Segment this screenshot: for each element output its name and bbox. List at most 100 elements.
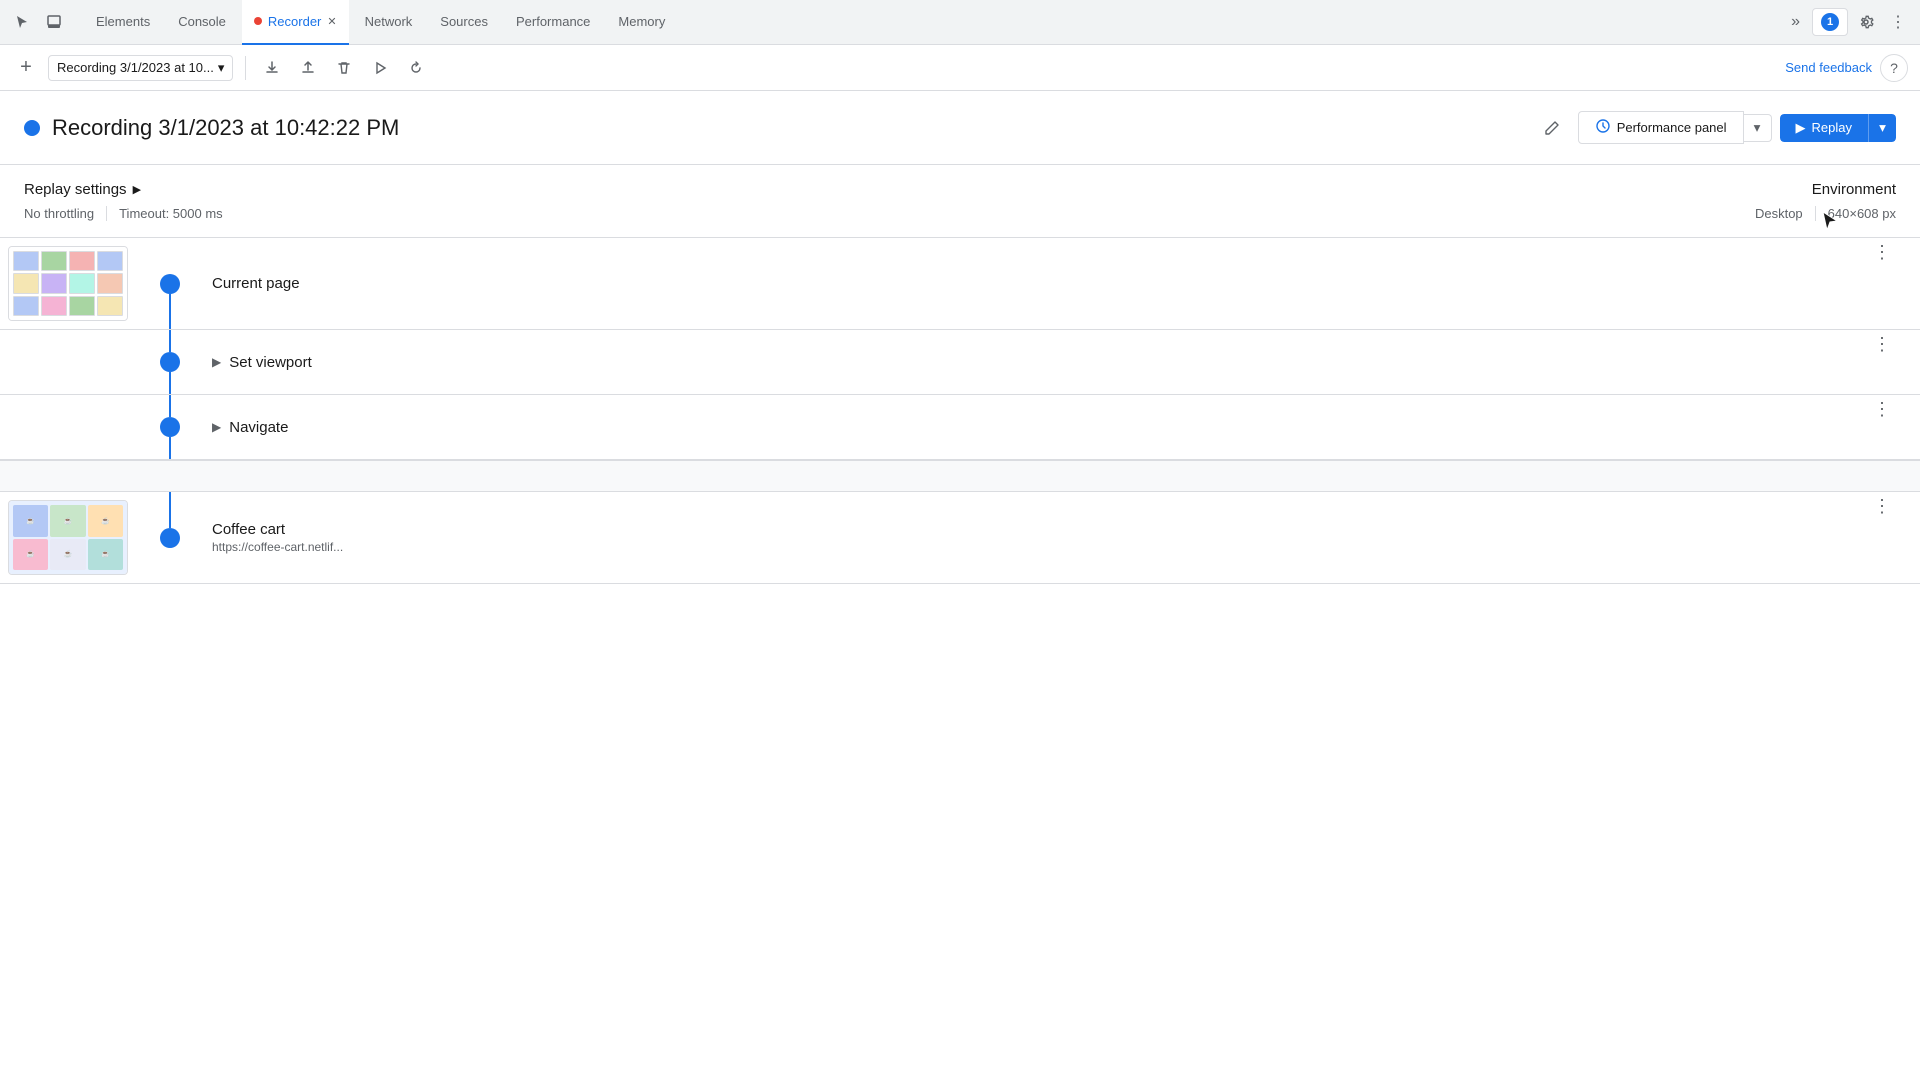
tab-console-label: Console <box>178 14 226 29</box>
export-btn[interactable] <box>258 54 286 82</box>
step-coffee-cart-row[interactable]: ☕ ☕ ☕ ☕ ☕ ☕ Co <box>0 492 1920 583</box>
env-device: Desktop <box>1755 206 1816 221</box>
timeout-value: Timeout: 5000 ms <box>107 206 235 221</box>
tab-performance[interactable]: Performance <box>504 0 602 45</box>
step-navigate-dot <box>160 417 180 437</box>
more-options-icon-btn[interactable]: ⋮ <box>1884 8 1912 36</box>
step-navigate-more-icon: ⋮ <box>1873 399 1891 420</box>
replay-btn-label: Replay <box>1812 120 1852 135</box>
settings-right: Environment Desktop 640×608 px <box>1755 181 1896 221</box>
delete-btn[interactable] <box>330 54 358 82</box>
step-current-page-label: Current page <box>212 275 300 292</box>
environment-details: Desktop 640×608 px <box>1755 206 1896 221</box>
section-divider <box>0 460 1920 492</box>
tab-console[interactable]: Console <box>166 0 238 45</box>
throttling-value: No throttling <box>24 206 107 221</box>
recording-title: Recording 3/1/2023 at 10:42:22 PM <box>52 115 1526 141</box>
perf-panel-label: Performance panel <box>1617 120 1727 135</box>
tab-sources-label: Sources <box>440 14 488 29</box>
step-coffee-cart-url: https://coffee-cart.netlif... <box>212 540 343 554</box>
recording-active-dot <box>254 17 262 25</box>
step-navigate-label: Navigate <box>229 419 288 436</box>
replay-settings-title[interactable]: Replay settings ▶ <box>24 181 235 198</box>
step-current-page-thumbnail <box>8 246 128 321</box>
perf-panel-btn[interactable]: Performance panel <box>1578 111 1744 144</box>
recording-selector-name: Recording 3/1/2023 at 10... <box>57 60 214 75</box>
replay-dropdown-btn[interactable]: ▾ <box>1868 114 1896 142</box>
tab-bar: Elements Console Recorder ✕ Network Sour… <box>0 0 1920 45</box>
settings-details: No throttling Timeout: 5000 ms <box>24 206 235 221</box>
send-feedback-link[interactable]: Send feedback <box>1785 60 1872 75</box>
toolbar-right: Send feedback ? <box>1785 54 1908 82</box>
step-current-page-content: Current page <box>200 238 1868 329</box>
step-group-navigate: ▶ Navigate ⋮ <box>0 395 1920 460</box>
add-icon: + <box>20 56 32 79</box>
step-coffee-cart-thumbnail-col: ☕ ☕ ☕ ☕ ☕ ☕ <box>0 492 140 583</box>
toolbar-divider-1 <box>245 56 246 80</box>
tab-elements[interactable]: Elements <box>84 0 162 45</box>
settings-badge: 1 <box>1821 13 1839 31</box>
replay-btn[interactable]: ▶ Replay <box>1780 114 1868 142</box>
step-set-viewport-more-btn[interactable]: ⋮ <box>1868 330 1896 358</box>
step-coffee-cart-content: Coffee cart https://coffee-cart.netlif..… <box>200 492 1868 583</box>
perf-panel-dropdown-btn[interactable]: ▾ <box>1744 114 1772 142</box>
step-coffee-cart-more-btn[interactable]: ⋮ <box>1868 492 1896 520</box>
current-page-thumb-img <box>9 247 127 320</box>
step-set-viewport-more-icon: ⋮ <box>1873 334 1891 355</box>
recording-status-dot <box>24 120 40 136</box>
replay-settings-section: Replay settings ▶ No throttling Timeout:… <box>0 165 1920 238</box>
step-navigate-row[interactable]: ▶ Navigate ⋮ <box>0 395 1920 459</box>
tab-network[interactable]: Network <box>353 0 425 45</box>
replay-all-btn[interactable] <box>402 54 430 82</box>
recording-header: Recording 3/1/2023 at 10:42:22 PM Perfor… <box>0 91 1920 165</box>
step-coffee-cart-dot <box>160 528 180 548</box>
main-content: Recording 3/1/2023 at 10:42:22 PM Perfor… <box>0 91 1920 1080</box>
cursor-tool-btn[interactable] <box>8 8 36 36</box>
play-btn[interactable] <box>366 54 394 82</box>
step-set-viewport-row[interactable]: ▶ Set viewport ⋮ <box>0 330 1920 394</box>
header-actions: Performance panel ▾ ▶ Replay ▾ <box>1578 111 1896 144</box>
step-current-page-thumbnail-col <box>0 238 140 329</box>
replay-settings-expand-icon: ▶ <box>133 183 141 196</box>
dock-btn[interactable] <box>40 8 68 36</box>
step-navigate-more-btn[interactable]: ⋮ <box>1868 395 1896 423</box>
step-set-viewport-empty-thumb <box>0 330 140 394</box>
step-navigate-empty-thumb <box>0 395 140 459</box>
perf-panel-dropdown-icon: ▾ <box>1754 120 1761 136</box>
step-navigate-expand-icon[interactable]: ▶ <box>212 420 221 434</box>
coffee-cart-thumb-img: ☕ ☕ ☕ ☕ ☕ ☕ <box>9 501 127 574</box>
tab-recorder-label: Recorder <box>268 14 321 29</box>
recording-selector[interactable]: Recording 3/1/2023 at 10... ▾ <box>48 55 233 81</box>
gear-icon-btn[interactable] <box>1852 8 1880 36</box>
step-group-set-viewport: ▶ Set viewport ⋮ <box>0 330 1920 395</box>
perf-panel-icon <box>1595 118 1611 137</box>
help-btn[interactable]: ? <box>1880 54 1908 82</box>
settings-badge-btn[interactable]: 1 <box>1812 8 1848 36</box>
step-current-page-row[interactable]: Current page ⋮ <box>0 238 1920 329</box>
step-set-viewport-dot <box>160 352 180 372</box>
env-resolution: 640×608 px <box>1816 206 1896 221</box>
more-tabs-btn[interactable]: » <box>1783 9 1808 35</box>
step-set-viewport-timeline <box>140 330 200 394</box>
step-coffee-cart-timeline <box>140 492 200 583</box>
environment-title: Environment <box>1755 181 1896 198</box>
edit-title-btn[interactable] <box>1538 114 1566 142</box>
step-coffee-cart-thumbnail: ☕ ☕ ☕ ☕ ☕ ☕ <box>8 500 128 575</box>
recording-selector-dropdown-icon: ▾ <box>218 60 225 76</box>
step-current-page-dot <box>160 274 180 294</box>
import-btn[interactable] <box>294 54 322 82</box>
tab-bar-icons <box>8 8 68 36</box>
replay-btn-group: ▶ Replay ▾ <box>1780 114 1896 142</box>
tab-performance-label: Performance <box>516 14 590 29</box>
step-current-page-more-btn[interactable]: ⋮ <box>1868 238 1896 266</box>
tab-memory[interactable]: Memory <box>606 0 677 45</box>
toolbar: + Recording 3/1/2023 at 10... ▾ Send fee… <box>0 45 1920 91</box>
tab-recorder[interactable]: Recorder ✕ <box>242 0 349 45</box>
steps-container: Current page ⋮ ▶ Set viewport <box>0 238 1920 584</box>
step-set-viewport-expand-icon[interactable]: ▶ <box>212 355 221 369</box>
tab-sources[interactable]: Sources <box>428 0 500 45</box>
settings-left: Replay settings ▶ No throttling Timeout:… <box>24 181 235 221</box>
perf-panel-btn-group: Performance panel ▾ <box>1578 111 1772 144</box>
add-recording-btn[interactable]: + <box>12 54 40 82</box>
tab-recorder-close-icon[interactable]: ✕ <box>327 15 336 28</box>
